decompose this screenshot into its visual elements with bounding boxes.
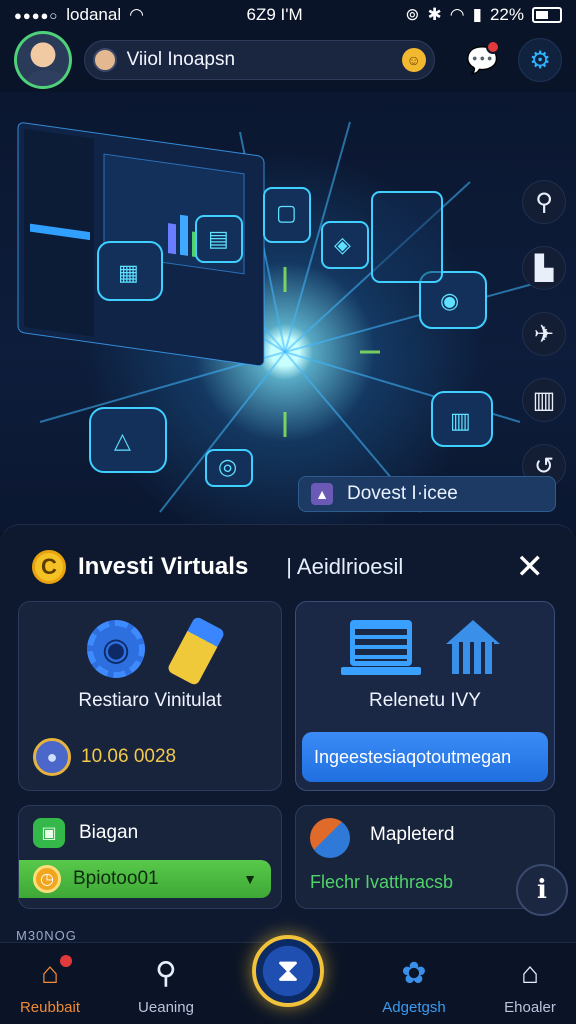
settings-button[interactable]: ⚙: [518, 38, 562, 82]
carrier-name: lodanal: [66, 5, 122, 24]
info-icon: i: [537, 875, 547, 905]
nav-badge: [60, 955, 72, 967]
signal-bars-icon: ▮: [472, 5, 482, 24]
svg-text:△: △: [114, 429, 131, 454]
nav-item-settings[interactable]: ✿ Adgetgsh: [364, 955, 464, 1016]
user-pill[interactable]: Viiol Inoapsn ☺: [83, 40, 435, 80]
gear-icon: ⚙: [529, 46, 551, 74]
wifi-status-icon: ◠: [449, 5, 465, 24]
clock: 6Z9 I'M: [246, 5, 303, 24]
grid-icon: ▥: [532, 386, 556, 414]
bottom-nav: ⌂ Reubbait ⚲ Ueaning ⧗ ✿ Adgetgsh ⌂ Ehoa…: [0, 935, 576, 1024]
wand-icon: [166, 615, 226, 687]
nav-item-store[interactable]: ⌂ Ehoaler: [480, 955, 576, 1016]
nav-label: Ueaning: [138, 999, 194, 1016]
right-rail: ⚲ ▙ ✈ ▥ ↺: [520, 180, 568, 488]
rail-tools-button[interactable]: ✈: [522, 312, 566, 356]
card-label: Relenetu IVY: [369, 690, 481, 711]
clock-icon: ◷: [33, 865, 61, 893]
svg-text:◎: ◎: [218, 455, 237, 480]
chevron-down-icon: ▼: [243, 871, 257, 887]
svg-text:◈: ◈: [334, 233, 351, 258]
stat-value: 10.06 0028: [81, 746, 177, 767]
hero-graphic: ▦ ▤ ◈ ◉ ▥ △ ◎ ▢: [17, 121, 541, 513]
card-title: Biagan: [79, 822, 139, 843]
signal-dots-icon: ●●●●○: [14, 7, 59, 23]
panel-title: Investi Virtuals: [78, 553, 249, 580]
notification-button[interactable]: 💬: [463, 40, 503, 80]
rail-search-button[interactable]: ⚲: [522, 180, 566, 224]
info-button[interactable]: i: [516, 864, 568, 916]
card-label: Restiaro Vinitulat: [78, 690, 222, 711]
battery-percent: 22%: [489, 5, 524, 24]
card-title: Mapleterd: [370, 824, 455, 845]
battery-icon: [531, 7, 562, 23]
user-icon: ●: [33, 738, 71, 776]
home-icon: ⌂: [0, 955, 100, 993]
stat-row: ● 10.06 0028: [33, 738, 176, 776]
svg-text:▦: ▦: [118, 261, 139, 286]
gear-icon: ◉: [87, 620, 145, 678]
svg-text:▢: ▢: [276, 201, 297, 226]
footer-note: M30NOG: [16, 928, 77, 943]
svg-text:▤: ▤: [208, 227, 229, 252]
search-people-icon: ⚲: [535, 188, 553, 216]
mini-avatar: [92, 48, 117, 72]
hero-illustration: ▦ ▤ ◈ ◉ ▥ △ ◎ ▢ ⚲ ▙ ✈ ▥ ↺ ▲ Dovest I·ice…: [0, 92, 576, 532]
center-action-button[interactable]: ⧗: [252, 935, 324, 1007]
alarm-icon: ⊚: [405, 5, 420, 24]
investment-panel: C Investi Virtuals | Aeidlrioesil ✕ ◉ Re…: [0, 524, 576, 944]
top-bar: Viiol Inoapsn ☺ 💬 ⚙: [0, 28, 576, 92]
svg-text:▥: ▥: [450, 409, 471, 434]
laptop-icon: [341, 620, 421, 675]
chart-icon: ▙: [534, 254, 554, 282]
tools-icon: ✈: [533, 320, 555, 348]
plan-card[interactable]: ▣ Biagan ◷ Bpiotoo01 ▼: [18, 805, 282, 909]
invest-cta-button[interactable]: Ingeestesiaqotoutmegan: [302, 732, 548, 782]
hourglass-icon: ⧗: [276, 952, 300, 988]
discover-button[interactable]: ▲ Dovest I·icee: [298, 476, 556, 512]
bank-icon: [446, 620, 500, 676]
user-name: Viiol Inoapsn: [126, 49, 236, 70]
rail-chart-button[interactable]: ▙: [522, 246, 566, 290]
panel-header: C Investi Virtuals | Aeidlrioesil ✕: [0, 545, 576, 589]
svg-text:◉: ◉: [440, 289, 459, 314]
card-subtitle: Flechr Ivatthracsb: [310, 872, 454, 892]
store-icon: ⌂: [520, 957, 540, 990]
nav-label: Ehoaler: [504, 999, 556, 1016]
nav-item-home[interactable]: ⌂ Reubbait: [0, 955, 100, 1016]
discover-label: Dovest I·icee: [347, 483, 458, 504]
panel-subtitle: | Aeidlrioesil: [286, 554, 404, 579]
coin-badge-icon: C: [32, 550, 66, 584]
wallet-icon: ▣: [33, 818, 65, 848]
select-value: Bpiotoo01: [73, 868, 159, 889]
restore-virtual-card[interactable]: ◉ Restiaro Vinitulat ● 10.06 0028: [18, 601, 282, 791]
discover-icon: ▲: [311, 483, 333, 505]
wifi-icon: ◠: [129, 5, 144, 24]
planet-icon: [310, 818, 350, 858]
coin-icon[interactable]: ☺: [401, 48, 426, 72]
nav-label: Adgetgsh: [382, 999, 446, 1016]
settings-status-icon: ✱: [427, 5, 442, 24]
profile-avatar[interactable]: [14, 31, 72, 89]
status-bar: ●●●●○ lodanal ◠ 6Z9 I'M ⊚ ✱ ◠ ▮ 22%: [0, 0, 576, 30]
nav-label: Reubbait: [19, 999, 81, 1016]
nav-item-search[interactable]: ⚲ Ueaning: [116, 955, 216, 1016]
reference-card[interactable]: Relenetu IVY Ingeestesiaqotoutmegan: [295, 601, 555, 791]
close-button[interactable]: ✕: [516, 550, 545, 584]
search-icon: ⚲: [155, 957, 177, 990]
plan-select[interactable]: ◷ Bpiotoo01 ▼: [19, 860, 271, 898]
gear-icon: ✿: [401, 957, 427, 990]
rail-grid-button[interactable]: ▥: [522, 378, 566, 422]
